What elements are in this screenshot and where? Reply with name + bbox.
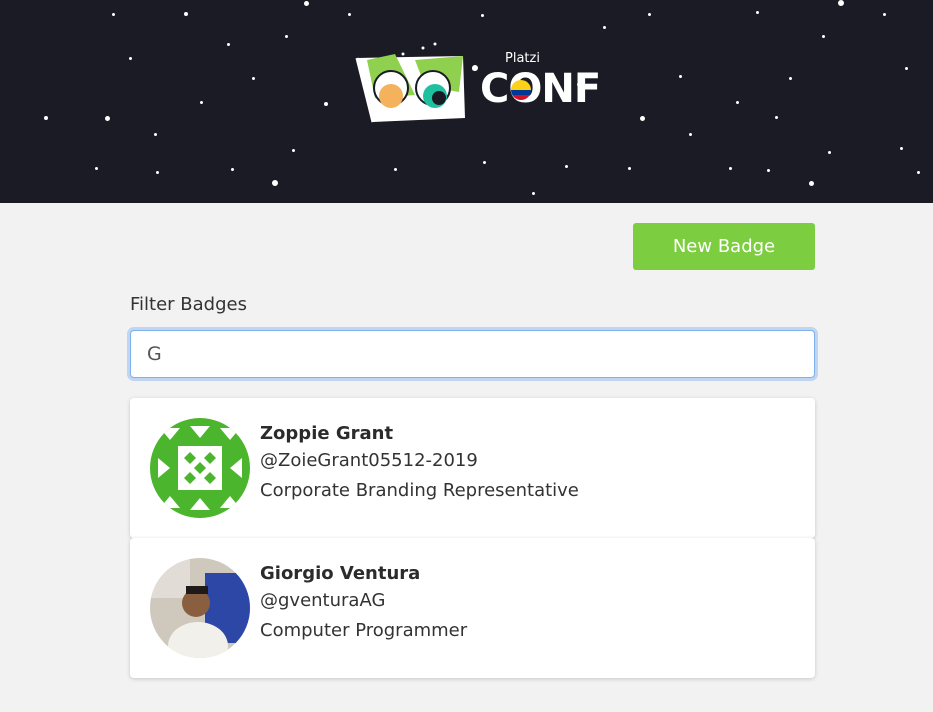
star-dot xyxy=(199,100,203,104)
star-dot xyxy=(284,34,288,38)
star-dot xyxy=(647,12,651,16)
badge-job-title: Corporate Branding Representative xyxy=(260,480,579,501)
star-dot xyxy=(226,42,230,46)
star-dot xyxy=(904,66,908,70)
star-dot xyxy=(916,170,920,174)
colombia-flag-icon xyxy=(511,80,531,100)
star-dot xyxy=(272,180,278,186)
star-dot xyxy=(735,100,739,104)
star-dot xyxy=(678,74,682,78)
star-dot xyxy=(639,115,645,121)
badge-name: Zoppie Grant xyxy=(260,423,394,444)
star-dot xyxy=(882,12,886,16)
star-dot xyxy=(821,34,825,38)
star-dot xyxy=(531,191,535,195)
star-dot xyxy=(251,76,255,80)
star-dot xyxy=(774,115,778,119)
star-dot xyxy=(347,12,351,16)
badge-handle: @ZoieGrant05512-2019 xyxy=(260,450,478,471)
star-dot xyxy=(899,146,903,150)
star-dot xyxy=(128,56,132,60)
star-dot xyxy=(303,0,309,6)
star-dot xyxy=(482,160,486,164)
star-dot xyxy=(838,0,844,6)
star-dot xyxy=(153,132,157,136)
badge-card[interactable]: Giorgio Ventura @gventuraAG Computer Pro… xyxy=(130,538,815,678)
platzi-wordmark: Platzi xyxy=(505,51,540,66)
star-dot xyxy=(104,115,110,121)
star-dot xyxy=(627,166,631,170)
star-dot xyxy=(808,180,814,186)
identicon-avatar xyxy=(150,418,250,518)
star-dot xyxy=(184,12,188,16)
star-dot xyxy=(788,76,792,80)
filter-label: Filter Badges xyxy=(130,294,247,315)
star-dot xyxy=(755,10,759,14)
star-dot xyxy=(688,132,692,136)
star-dot xyxy=(44,116,48,120)
star-dot xyxy=(155,170,159,174)
star-dot xyxy=(230,167,234,171)
star-dot xyxy=(602,25,606,29)
conf-wordmark: CONF xyxy=(480,66,601,112)
new-badge-button[interactable]: New Badge xyxy=(633,223,815,270)
star-dot xyxy=(111,12,115,16)
badge-handle: @gventuraAG xyxy=(260,590,386,611)
badge-name: Giorgio Ventura xyxy=(260,563,421,584)
badge-list: Zoppie Grant @ZoieGrant05512-2019 Corpor… xyxy=(130,398,815,678)
star-dot xyxy=(393,167,397,171)
star-dot xyxy=(480,13,484,17)
badge-card[interactable]: Zoppie Grant @ZoieGrant05512-2019 Corpor… xyxy=(130,398,815,538)
photo-avatar xyxy=(150,558,250,658)
star-dot xyxy=(324,102,328,106)
filter-input[interactable] xyxy=(130,330,815,378)
star-dot xyxy=(94,166,98,170)
star-dot xyxy=(728,166,732,170)
star-dot xyxy=(766,168,770,172)
star-dot xyxy=(291,148,295,152)
star-dot xyxy=(827,150,831,154)
star-dot xyxy=(564,164,568,168)
hero-banner: Platzi CONF xyxy=(0,0,933,203)
badge-job-title: Computer Programmer xyxy=(260,620,468,641)
